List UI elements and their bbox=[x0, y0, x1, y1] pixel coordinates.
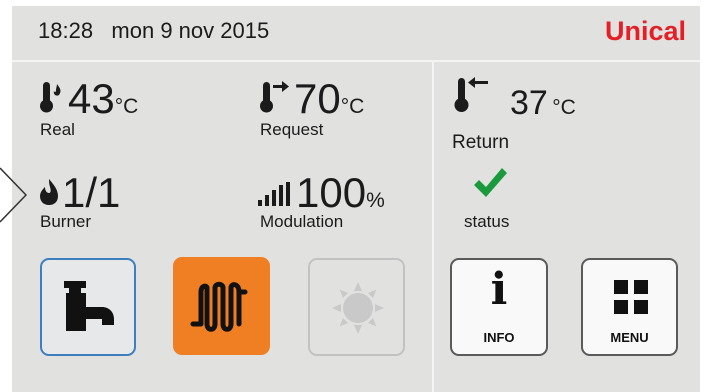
clock-time: 18:28 bbox=[38, 18, 94, 43]
checkmark-icon bbox=[474, 168, 507, 197]
brand-logo: Unical bbox=[604, 16, 686, 46]
signal-bars-icon bbox=[258, 182, 290, 206]
grid-icon bbox=[614, 280, 648, 314]
burner-label: Burner bbox=[40, 212, 92, 231]
header-bar: 18:28 mon 9 nov 2015 Unical bbox=[12, 6, 700, 62]
status-label: status bbox=[464, 212, 510, 231]
hot-water-button[interactable] bbox=[40, 258, 136, 356]
request-temp-value: 70 bbox=[294, 75, 341, 122]
menu-label: MENU bbox=[610, 330, 649, 345]
datetime: 18:28 mon 9 nov 2015 bbox=[38, 18, 269, 44]
modulation-value: 100 bbox=[296, 169, 367, 216]
thermometer-return-icon bbox=[454, 77, 488, 112]
return-label: Return bbox=[452, 132, 510, 153]
panel-divider bbox=[432, 62, 434, 392]
real-label: Real bbox=[40, 120, 75, 139]
clock-date: mon 9 nov 2015 bbox=[111, 18, 270, 43]
return-temp-unit: °C bbox=[552, 96, 576, 119]
thermometer-flame-icon bbox=[40, 82, 61, 113]
modulation-unit: % bbox=[366, 189, 385, 212]
thermometer-arrow-icon bbox=[260, 81, 289, 113]
info-label: INFO bbox=[483, 330, 515, 345]
flame-icon bbox=[40, 179, 58, 205]
boiler-screen: 18:28 mon 9 nov 2015 Unical 43°C Real 70… bbox=[12, 6, 700, 392]
request-temp-unit: °C bbox=[340, 95, 365, 118]
menu-button[interactable]: MENU bbox=[581, 258, 678, 356]
summer-mode-button[interactable] bbox=[308, 258, 405, 356]
burner-value: 1/1 bbox=[62, 169, 121, 216]
sun-icon bbox=[332, 282, 384, 334]
real-temp-value: 43 bbox=[68, 75, 115, 122]
return-temp-value: 37 bbox=[510, 84, 548, 122]
heating-button[interactable] bbox=[173, 257, 270, 355]
info-button[interactable]: i INFO bbox=[450, 258, 548, 356]
real-temp-unit: °C bbox=[114, 95, 139, 118]
radiator-icon bbox=[190, 281, 248, 332]
chevron-right-icon[interactable] bbox=[0, 162, 30, 232]
info-icon: i bbox=[490, 264, 508, 315]
modulation-label: Modulation bbox=[260, 212, 344, 231]
tap-icon bbox=[64, 281, 114, 331]
request-label: Request bbox=[260, 120, 324, 139]
